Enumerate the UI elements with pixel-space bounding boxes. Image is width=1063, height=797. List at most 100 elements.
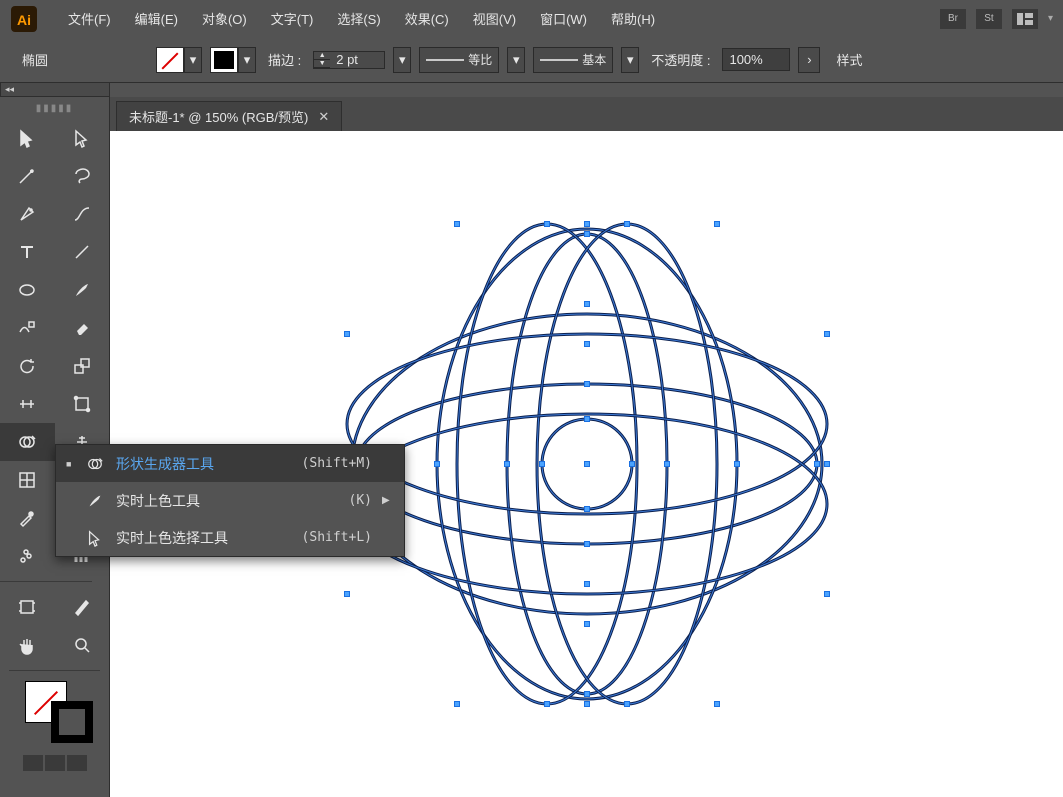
brush-definition[interactable]: 基本: [533, 47, 613, 73]
selection-handle[interactable]: [584, 581, 590, 587]
selection-handle[interactable]: [544, 221, 550, 227]
curvature-tool[interactable]: [55, 195, 110, 233]
selection-handle[interactable]: [584, 221, 590, 227]
type-tool[interactable]: [0, 233, 55, 271]
free-transform-tool[interactable]: [55, 385, 110, 423]
panel-collapse-handle[interactable]: ◂◂: [0, 83, 110, 97]
stroke-indicator[interactable]: [51, 701, 93, 743]
direct-selection-tool[interactable]: [55, 119, 110, 157]
selection-handle[interactable]: [584, 416, 590, 422]
menu-2[interactable]: 对象(O): [190, 1, 259, 37]
none-mode-icon[interactable]: [67, 755, 87, 771]
toolbox-grip[interactable]: ▮▮▮▮▮: [0, 103, 109, 114]
flyout-item-0[interactable]: ■形状生成器工具(Shift+M): [56, 445, 404, 482]
opacity-input[interactable]: [722, 48, 790, 71]
selection-handle[interactable]: [454, 701, 460, 707]
menu-5[interactable]: 效果(C): [393, 1, 461, 37]
chevron-up-icon[interactable]: ▲: [314, 52, 330, 60]
selection-handle[interactable]: [584, 381, 590, 387]
stroke-swatch-dropdown[interactable]: ▾: [238, 47, 256, 73]
selection-handle[interactable]: [629, 461, 635, 467]
hand-tool[interactable]: [0, 626, 55, 664]
fill-swatch[interactable]: [156, 47, 184, 73]
lasso-tool[interactable]: [55, 157, 110, 195]
selection-handle[interactable]: [814, 461, 820, 467]
shaper-tool[interactable]: [0, 309, 55, 347]
fill-stroke-indicator[interactable]: [25, 681, 85, 735]
menu-4[interactable]: 选择(S): [325, 1, 392, 37]
slice-tool[interactable]: [55, 588, 110, 626]
scale-tool[interactable]: [55, 347, 110, 385]
stroke-swatch[interactable]: [210, 47, 238, 73]
eraser-tool[interactable]: [55, 309, 110, 347]
width-tool[interactable]: [0, 385, 55, 423]
rotate-tool[interactable]: [0, 347, 55, 385]
line-segment-tool[interactable]: [55, 233, 110, 271]
flyout-item-shortcut: (Shift+L): [302, 530, 372, 545]
close-icon[interactable]: ✕: [318, 109, 329, 125]
selection-handle[interactable]: [584, 691, 590, 697]
chevron-down-icon[interactable]: ▾: [1048, 13, 1053, 24]
brush-dropdown[interactable]: ▾: [621, 47, 639, 73]
selection-handle[interactable]: [664, 461, 670, 467]
selection-handle[interactable]: [344, 331, 350, 337]
profile-dropdown[interactable]: ▾: [507, 47, 525, 73]
selection-handle[interactable]: [454, 221, 460, 227]
selection-handle[interactable]: [584, 541, 590, 547]
stock-icon[interactable]: St: [976, 9, 1002, 29]
selection-handle[interactable]: [584, 461, 590, 467]
selection-handle[interactable]: [584, 506, 590, 512]
stroke-weight-dropdown[interactable]: ▾: [393, 47, 411, 73]
selection-handle[interactable]: [539, 461, 545, 467]
mesh-tool[interactable]: [0, 461, 55, 499]
menu-0[interactable]: 文件(F): [56, 1, 123, 37]
ellipse-tool[interactable]: [0, 271, 55, 309]
selection-handle[interactable]: [624, 221, 630, 227]
selection-handle[interactable]: [344, 591, 350, 597]
variable-width-profile[interactable]: 等比: [419, 47, 499, 73]
paintbrush-tool[interactable]: [55, 271, 110, 309]
selection-handle[interactable]: [544, 701, 550, 707]
bridge-icon[interactable]: Br: [940, 9, 966, 29]
eyedropper-tool[interactable]: [0, 499, 55, 537]
magic-wand-tool[interactable]: [0, 157, 55, 195]
selection-handle[interactable]: [584, 701, 590, 707]
submenu-arrow-icon: ▶: [382, 495, 390, 506]
selection-tool[interactable]: [0, 119, 55, 157]
menu-1[interactable]: 编辑(E): [123, 1, 190, 37]
chevron-down-icon[interactable]: ▼: [314, 60, 330, 68]
shape-builder-tool[interactable]: [0, 423, 55, 461]
color-mode-icon[interactable]: [23, 755, 43, 771]
flyout-item-1[interactable]: 实时上色工具(K)▶: [56, 482, 404, 519]
menu-3[interactable]: 文字(T): [259, 1, 326, 37]
selection-handle[interactable]: [714, 701, 720, 707]
menu-8[interactable]: 帮助(H): [599, 1, 667, 37]
stroke-weight-stepper[interactable]: ▲▼: [313, 51, 385, 69]
menu-7[interactable]: 窗口(W): [528, 1, 599, 37]
selection-handle[interactable]: [624, 701, 630, 707]
selection-handle[interactable]: [584, 301, 590, 307]
selection-handle[interactable]: [714, 221, 720, 227]
selection-handle[interactable]: [824, 461, 830, 467]
artboard-tool[interactable]: [0, 588, 55, 626]
selection-handle[interactable]: [504, 461, 510, 467]
gradient-mode-icon[interactable]: [45, 755, 65, 771]
symbol-sprayer-tool[interactable]: [0, 537, 55, 575]
selection-handle[interactable]: [734, 461, 740, 467]
flyout-item-2[interactable]: 实时上色选择工具 (Shift+L): [56, 519, 404, 556]
document-tab[interactable]: 未标题-1* @ 150% (RGB/预览) ✕: [116, 101, 342, 131]
selection-handle[interactable]: [584, 231, 590, 237]
pen-tool[interactable]: [0, 195, 55, 233]
selection-handle[interactable]: [434, 461, 440, 467]
menu-6[interactable]: 视图(V): [461, 1, 528, 37]
opacity-dropdown[interactable]: ›: [798, 47, 820, 73]
stroke-weight-input[interactable]: [330, 52, 384, 68]
selection-handle[interactable]: [584, 341, 590, 347]
flyout-item-label: 实时上色选择工具: [116, 528, 292, 548]
selection-handle[interactable]: [824, 591, 830, 597]
fill-swatch-dropdown[interactable]: ▾: [184, 47, 202, 73]
workspace-icon[interactable]: [1012, 9, 1038, 29]
selection-handle[interactable]: [824, 331, 830, 337]
selection-handle[interactable]: [584, 621, 590, 627]
zoom-tool[interactable]: [55, 626, 110, 664]
